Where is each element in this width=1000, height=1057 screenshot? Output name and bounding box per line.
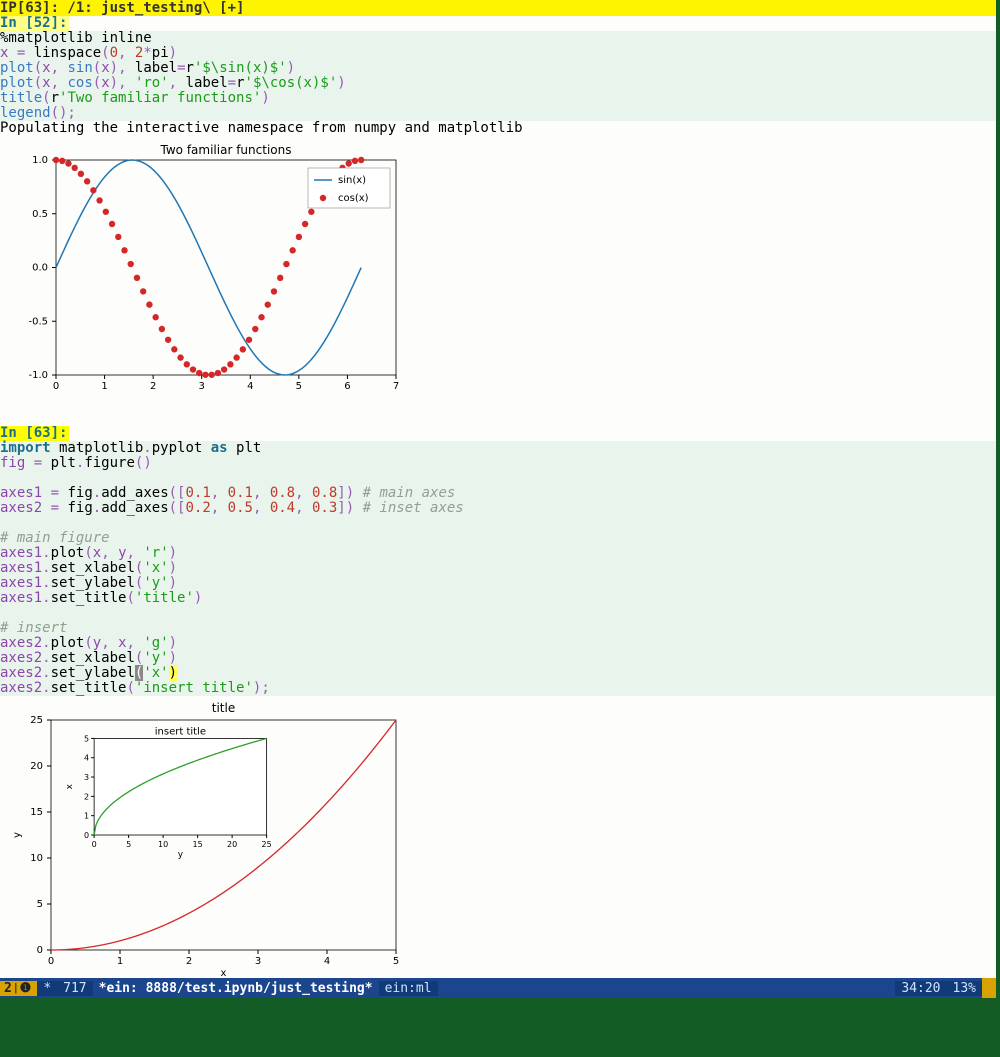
svg-text:4: 4	[324, 956, 330, 967]
svg-text:0.5: 0.5	[32, 209, 48, 220]
modeline-percent: 13%	[947, 981, 982, 996]
svg-text:3: 3	[199, 381, 205, 392]
tab-bar[interactable]: IP[63]: /1: just_testing\ [+]	[0, 0, 996, 16]
svg-text:-1.0: -1.0	[28, 370, 48, 381]
emacs-frame: IP[63]: /1: just_testing\ [+] In [52]: %…	[0, 0, 996, 998]
svg-text:25: 25	[30, 715, 43, 726]
svg-text:2: 2	[150, 381, 156, 392]
cell-52-output: Populating the interactive namespace fro…	[0, 121, 996, 136]
svg-text:5: 5	[37, 899, 43, 910]
svg-text:0: 0	[48, 956, 54, 967]
chart-nested-axes: title0123450510152025xyinsert title05101…	[0, 696, 996, 988]
modeline-ornament	[982, 978, 996, 998]
svg-text:20: 20	[227, 840, 237, 849]
svg-text:6: 6	[344, 381, 350, 392]
svg-text:sin(x): sin(x)	[338, 175, 366, 186]
svg-text:-0.5: -0.5	[28, 316, 48, 327]
svg-text:0: 0	[92, 840, 97, 849]
svg-text:insert title: insert title	[155, 726, 206, 737]
svg-text:0.0: 0.0	[32, 263, 48, 274]
svg-text:1: 1	[117, 956, 123, 967]
svg-text:4: 4	[247, 381, 253, 392]
code-block-63[interactable]: import matplotlib.pyplot as plt fig = pl…	[0, 441, 996, 696]
svg-text:x: x	[65, 783, 75, 789]
svg-text:25: 25	[262, 840, 272, 849]
cell-52: In [52]: %matplotlib inline x = linspace…	[0, 16, 996, 136]
svg-text:10: 10	[30, 853, 43, 864]
svg-text:5: 5	[126, 840, 131, 849]
modeline-star: *	[37, 981, 57, 996]
cell-63: In [63]: import matplotlib.pyplot as plt…	[0, 426, 996, 696]
svg-text:1: 1	[84, 812, 89, 821]
cell-in-label: In [52]:	[0, 16, 69, 31]
svg-text:15: 15	[193, 840, 203, 849]
svg-text:5: 5	[84, 734, 89, 743]
svg-text:1: 1	[101, 381, 107, 392]
svg-text:7: 7	[393, 381, 399, 392]
modeline-linecount: 717	[57, 981, 92, 996]
svg-text:0: 0	[53, 381, 59, 392]
svg-text:5: 5	[296, 381, 302, 392]
svg-text:y: y	[178, 850, 184, 860]
svg-text:2: 2	[186, 956, 192, 967]
svg-text:10: 10	[158, 840, 168, 849]
code-block-52[interactable]: %matplotlib inline x = linspace(0, 2*pi)…	[0, 31, 996, 121]
mode-line: 2❘❶ * 717 *ein: 8888/test.ipynb/just_tes…	[0, 978, 996, 998]
svg-text:5: 5	[393, 956, 399, 967]
svg-text:20: 20	[30, 761, 43, 772]
svg-text:3: 3	[84, 773, 89, 782]
cell-in-label: In [63]:	[0, 426, 69, 441]
modeline-position: 34:20	[895, 981, 946, 996]
modeline-badge: 2❘❶	[0, 981, 37, 996]
svg-text:1.0: 1.0	[32, 155, 48, 166]
svg-text:15: 15	[30, 807, 43, 818]
svg-text:Two familiar functions: Two familiar functions	[160, 143, 292, 157]
svg-text:cos(x): cos(x)	[338, 193, 369, 204]
svg-text:y: y	[12, 832, 23, 838]
chart-two-familiar: Two familiar functions 0 1 2 3 4 5 6 7 -1.0 -0.5 0.…	[0, 136, 996, 408]
modeline-mode: ein:ml	[379, 981, 438, 996]
svg-text:3: 3	[255, 956, 261, 967]
svg-text:0: 0	[37, 945, 43, 956]
svg-text:2: 2	[84, 792, 89, 801]
modeline-filename: *ein: 8888/test.ipynb/just_testing*	[93, 981, 379, 996]
svg-text:4: 4	[84, 754, 89, 763]
buffer-content[interactable]: In [52]: %matplotlib inline x = linspace…	[0, 16, 996, 998]
svg-text:0: 0	[84, 831, 89, 840]
svg-text:title: title	[212, 701, 235, 715]
